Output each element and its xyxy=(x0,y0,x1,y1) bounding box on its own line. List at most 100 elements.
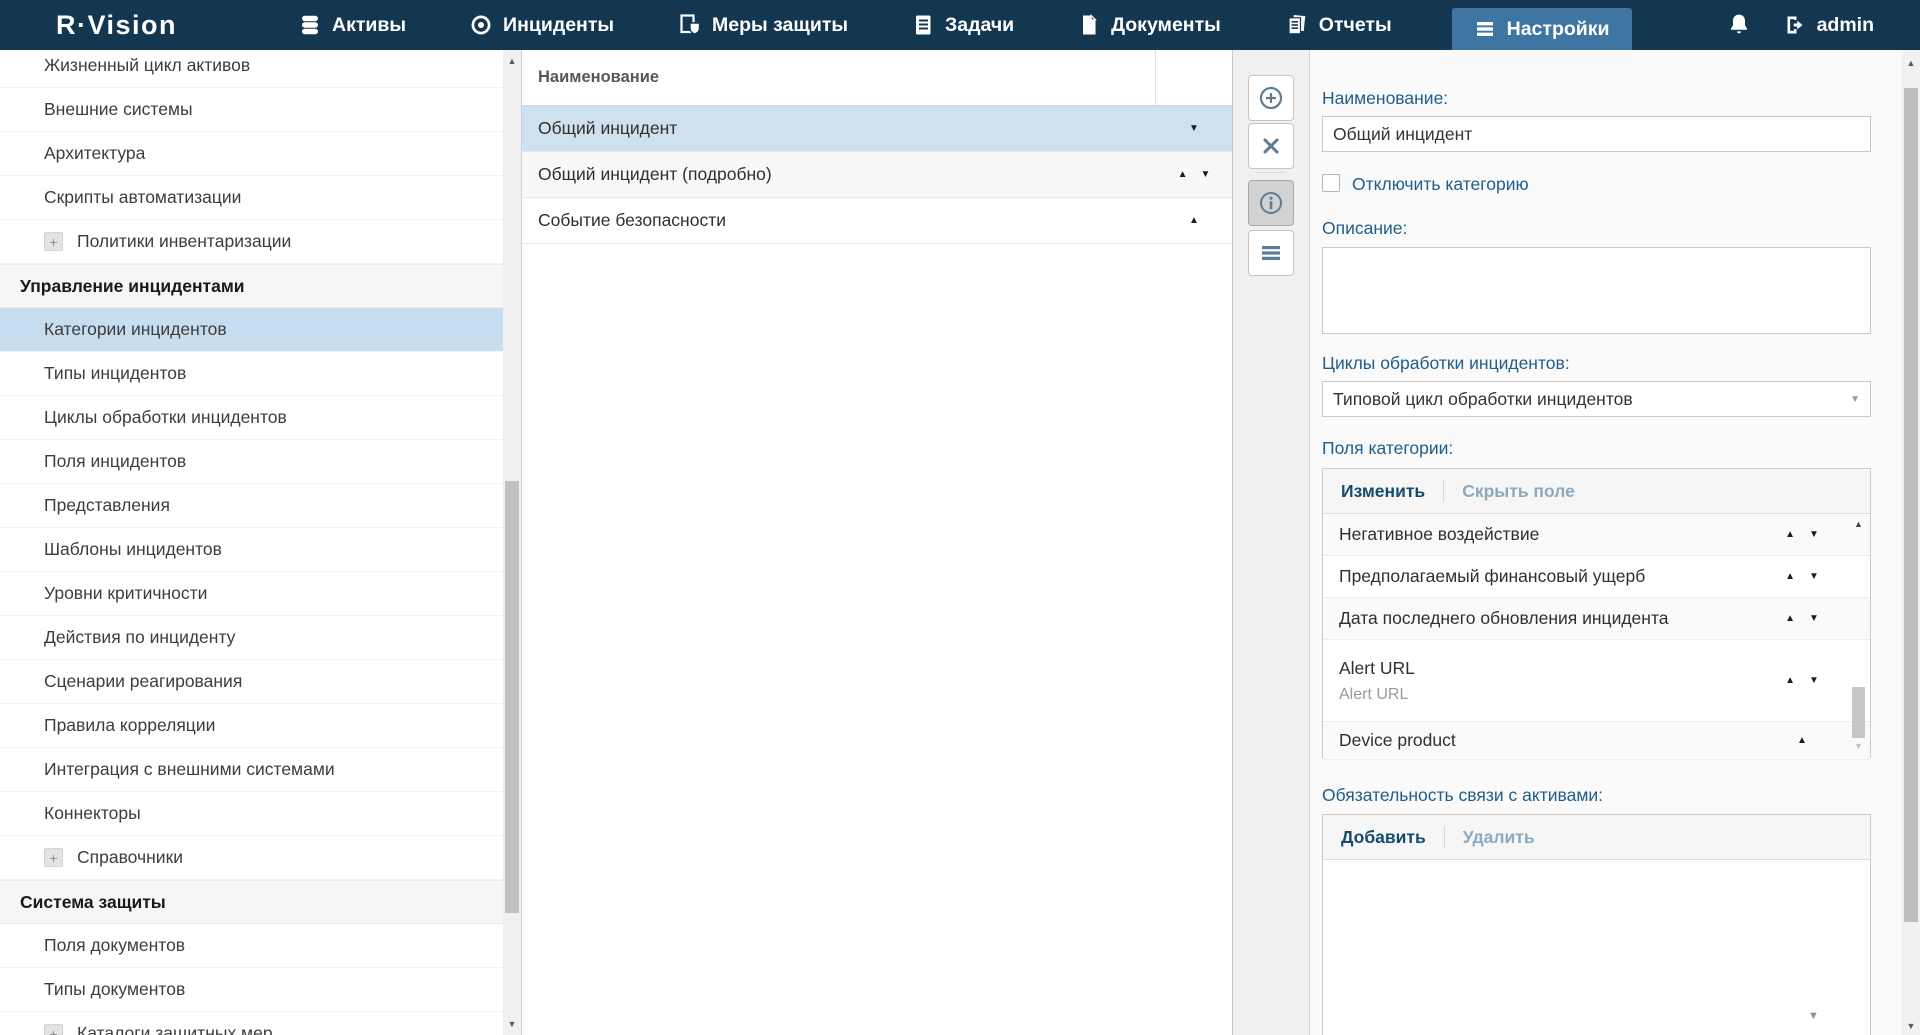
add-relation-button[interactable]: Добавить xyxy=(1323,827,1444,848)
remove-relation-button[interactable]: Удалить xyxy=(1445,827,1553,848)
table-row[interactable]: Событие безопасности ▲ xyxy=(522,198,1232,244)
sidebar-section-5: Управление инцидентами xyxy=(0,264,521,308)
fields-scrollbar-thumb[interactable] xyxy=(1852,687,1865,738)
sidebar-item-11[interactable]: Шаблоны инцидентов xyxy=(0,528,521,572)
sidebar-item-label: Шаблоны инцидентов xyxy=(44,539,222,560)
description-textarea[interactable] xyxy=(1322,247,1871,334)
field-name-block: Дата последнего обновления инцидента xyxy=(1339,608,1774,629)
category-toolbar xyxy=(1233,50,1310,1035)
expand-plus-icon[interactable]: + xyxy=(44,848,63,867)
move-down-icon[interactable]: ▼ xyxy=(1809,675,1819,686)
sidebar-item-label: Жизненный цикл активов xyxy=(44,55,250,76)
notifications-bell-icon[interactable] xyxy=(1728,13,1750,37)
sidebar-item-18[interactable]: +Справочники xyxy=(0,836,521,880)
nav-item-0[interactable]: Активы xyxy=(295,0,410,50)
hide-field-button[interactable]: Скрыть поле xyxy=(1444,481,1593,502)
sidebar-item-12[interactable]: Уровни критичности xyxy=(0,572,521,616)
scroll-up-icon[interactable]: ▲ xyxy=(1902,58,1920,68)
expand-plus-icon[interactable]: + xyxy=(44,1024,63,1035)
scroll-down-icon[interactable]: ▼ xyxy=(1902,1021,1920,1031)
column-header-name[interactable]: Наименование xyxy=(522,50,1155,105)
disable-category-label[interactable]: Отключить категорию xyxy=(1352,174,1529,195)
fields-scrollbar[interactable]: ▲ ▼ xyxy=(1850,517,1867,753)
edit-field-button[interactable]: Изменить xyxy=(1323,481,1443,502)
sidebar-item-label: Циклы обработки инцидентов xyxy=(44,407,287,428)
nav-item-2[interactable]: Меры защиты xyxy=(674,0,852,50)
sidebar-item-16[interactable]: Интеграция с внешними системами xyxy=(0,748,521,792)
scroll-down-icon[interactable]: ▼ xyxy=(503,1019,521,1029)
delete-category-button[interactable] xyxy=(1248,123,1294,169)
move-down-icon[interactable]: ▼ xyxy=(1809,613,1819,624)
field-row[interactable]: Дата последнего обновления инцидента ▲ ▼ xyxy=(1323,598,1870,640)
sidebar-item-1[interactable]: Внешние системы xyxy=(0,88,521,132)
table-row[interactable]: Общий инцидент (подробно)▲▼ xyxy=(522,152,1232,198)
sidebar-item-14[interactable]: Сценарии реагирования xyxy=(0,660,521,704)
move-up-icon[interactable]: ▲ xyxy=(1785,571,1795,582)
scroll-up-icon[interactable]: ▲ xyxy=(1850,519,1867,529)
move-down-icon[interactable]: ▼ xyxy=(1189,123,1199,134)
sidebar-scrollbar[interactable]: ▲ ▼ xyxy=(503,50,521,1035)
sidebar-item-22[interactable]: +Каталоги защитных мер xyxy=(0,1012,521,1035)
assets-relation-empty-list[interactable] xyxy=(1323,860,1870,1035)
move-up-icon[interactable]: ▲ xyxy=(1178,169,1188,180)
form-scrollbar-thumb[interactable] xyxy=(1904,88,1918,922)
expand-plus-icon[interactable]: + xyxy=(44,232,63,251)
sidebar-item-label: Интеграция с внешними системами xyxy=(44,759,335,780)
sidebar-item-13[interactable]: Действия по инциденту xyxy=(0,616,521,660)
nav-item-6[interactable]: Настройки xyxy=(1452,8,1632,50)
add-category-button[interactable] xyxy=(1248,75,1294,121)
logout-icon[interactable] xyxy=(1784,14,1806,36)
field-row[interactable]: Негативное воздействие▲▼ xyxy=(1323,514,1870,556)
chevron-down-icon: ▼ xyxy=(1850,394,1860,405)
field-name: Дата последнего обновления инцидента xyxy=(1339,608,1774,629)
sidebar-item-3[interactable]: Скрипты автоматизации xyxy=(0,176,521,220)
field-row[interactable]: Device product▲ xyxy=(1323,722,1870,760)
form-scrollbar[interactable]: ▲ ▼ xyxy=(1902,50,1920,1035)
sidebar-item-17[interactable]: Коннекторы xyxy=(0,792,521,836)
sidebar-item-15[interactable]: Правила корреляции xyxy=(0,704,521,748)
disable-category-checkbox[interactable] xyxy=(1322,174,1340,192)
category-fields-panel: Изменить Скрыть поле Негативное воздейст… xyxy=(1322,468,1871,758)
scroll-up-icon[interactable]: ▲ xyxy=(503,56,521,66)
move-up-icon[interactable]: ▲ xyxy=(1189,215,1199,226)
field-subtitle: Alert URL xyxy=(1339,686,1774,704)
sidebar-item-0[interactable]: Жизненный цикл активов xyxy=(0,50,521,88)
field-row[interactable]: Предполагаемый финансовый ущерб ▲ ▼ xyxy=(1323,556,1870,598)
sidebar-item-21[interactable]: Типы документов xyxy=(0,968,521,1012)
sidebar-item-7[interactable]: Типы инцидентов xyxy=(0,352,521,396)
name-input[interactable] xyxy=(1322,116,1871,152)
scroll-down-indicator-icon[interactable]: ▼ xyxy=(1808,1010,1819,1022)
nav-item-3[interactable]: Задачи xyxy=(908,0,1018,50)
sidebar-item-label: Архитектура xyxy=(44,143,145,164)
sidebar-item-9[interactable]: Поля инцидентов xyxy=(0,440,521,484)
sidebar-item-2[interactable]: Архитектура xyxy=(0,132,521,176)
move-up-icon[interactable]: ▲ xyxy=(1785,529,1795,540)
field-name: Предполагаемый финансовый ущерб xyxy=(1339,566,1774,587)
sidebar-item-4[interactable]: + Политики инвентаризации xyxy=(0,220,521,264)
info-button[interactable] xyxy=(1248,180,1294,226)
field-row[interactable]: Alert URLAlert URL▲▼ xyxy=(1323,640,1870,722)
move-up-icon[interactable]: ▲ xyxy=(1785,675,1795,686)
move-down-icon[interactable]: ▼ xyxy=(1201,169,1211,180)
move-arrow: ▲ xyxy=(1774,735,1830,746)
move-up-icon[interactable]: ▲ xyxy=(1785,613,1795,624)
sidebar-item-6[interactable]: Категории инцидентов xyxy=(0,308,521,352)
sidebar-item-8[interactable]: Циклы обработки инцидентов xyxy=(0,396,521,440)
list-button[interactable] xyxy=(1248,230,1294,276)
sidebar-item-label: Внешние системы xyxy=(44,99,193,120)
nav-item-4[interactable]: Документы xyxy=(1074,0,1225,50)
category-name: Событие безопасности xyxy=(522,210,1156,231)
move-down-icon[interactable]: ▼ xyxy=(1809,529,1819,540)
table-row[interactable]: Общий инцидент▼ xyxy=(522,106,1232,152)
nav-item-5[interactable]: Отчеты xyxy=(1281,0,1396,50)
move-down-icon[interactable]: ▼ xyxy=(1809,571,1819,582)
user-menu[interactable]: admin xyxy=(1784,14,1874,37)
cycles-select[interactable]: Типовой цикл обработки инцидентов ▼ xyxy=(1322,381,1871,417)
sidebar-scrollbar-thumb[interactable] xyxy=(505,481,519,913)
sidebar-item-label: Политики инвентаризации xyxy=(77,231,291,252)
scroll-down-icon[interactable]: ▼ xyxy=(1850,741,1867,751)
sidebar-item-20[interactable]: Поля документов xyxy=(0,924,521,968)
nav-item-1[interactable]: Инциденты xyxy=(466,0,618,50)
sidebar-item-10[interactable]: Представления xyxy=(0,484,521,528)
move-up-icon[interactable]: ▲ xyxy=(1797,735,1807,746)
